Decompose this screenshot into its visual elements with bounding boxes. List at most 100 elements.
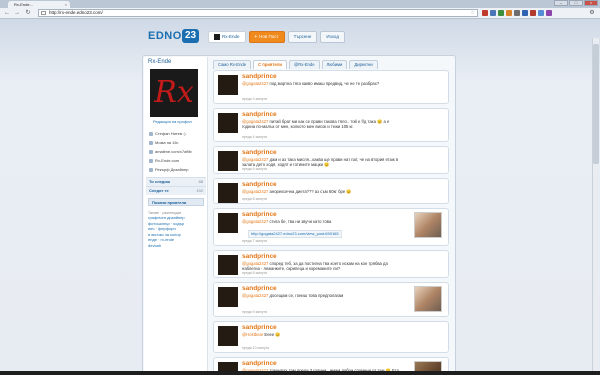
post-body: досещам се, гониш това предполагам bbox=[269, 293, 344, 298]
extension-icon[interactable] bbox=[546, 10, 552, 16]
post-body: под мартна тяга какво имаш предвид, че н… bbox=[269, 81, 380, 86]
follow-stat-row[interactable]: Следят те 192 bbox=[146, 186, 206, 195]
post-author[interactable]: sandprince bbox=[242, 285, 277, 292]
post-text: @gogata2427 анорексична диета??? аз съм … bbox=[242, 189, 400, 194]
extension-icon[interactable] bbox=[514, 10, 520, 16]
browser-toolbar: ← → ↻ http://rx-ende.edno23.com/ ☆ ⚙ bbox=[0, 8, 600, 19]
browser-tab[interactable]: Rx-Ende... × bbox=[8, 1, 70, 8]
profile-info-row: Rx-Ende.com bbox=[149, 156, 205, 165]
post-time: преди 8 минути bbox=[242, 271, 268, 275]
post-avatar[interactable] bbox=[218, 75, 238, 95]
page-scrollbar[interactable] bbox=[592, 38, 599, 371]
post-mention[interactable]: @gogata2427 bbox=[242, 189, 268, 194]
page-icon bbox=[41, 11, 46, 15]
post-author[interactable]: sandprince bbox=[242, 253, 277, 260]
forward-button[interactable]: → bbox=[13, 9, 21, 17]
post-author[interactable]: sandprince bbox=[242, 149, 277, 156]
extension-icons bbox=[482, 10, 552, 16]
post-avatar-mark bbox=[218, 255, 238, 275]
follow-stat-row[interactable]: Ти следиш 88 bbox=[146, 177, 206, 186]
user-avatar-icon bbox=[214, 34, 220, 40]
post-text: @gogata2427 под мартна тяга какво имаш п… bbox=[242, 81, 400, 86]
post-avatar[interactable] bbox=[218, 287, 238, 307]
post-mention[interactable]: @gogata2427 bbox=[242, 81, 268, 86]
tag-link[interactable]: devbah bbox=[148, 243, 204, 249]
post-avatar[interactable] bbox=[218, 213, 238, 233]
post-avatar-mark bbox=[218, 183, 238, 203]
follow-stat-label: Ти следиш bbox=[149, 179, 171, 184]
extension-icon[interactable] bbox=[482, 10, 488, 16]
post-link[interactable]: http://gogata2427.edno23.com/view_post:6… bbox=[248, 230, 342, 238]
scrollbar-thumb[interactable] bbox=[593, 44, 599, 164]
post-card: sandprince @gogata2427 под мартна тяга ка… bbox=[213, 70, 449, 104]
post-author[interactable]: sandprince bbox=[242, 73, 277, 80]
taskbar bbox=[0, 371, 600, 375]
tab-title: Rx-Ende... bbox=[14, 2, 33, 7]
post-avatar[interactable] bbox=[218, 151, 238, 171]
post-image-thumbnail[interactable] bbox=[414, 361, 442, 371]
address-bar[interactable]: http://rx-ende.edno23.com/ ☆ bbox=[38, 9, 478, 17]
profile-info-text[interactable]: amalime.com/x7aftib bbox=[155, 149, 192, 154]
post-text: @gogata2427 стига бе, тва ни звучи като … bbox=[242, 219, 400, 224]
post-avatar-mark bbox=[218, 287, 238, 307]
extension-icon[interactable] bbox=[538, 10, 544, 16]
close-window-button[interactable]: × bbox=[584, 0, 598, 6]
browser-tabstrip: Rx-Ende... × – □ × bbox=[0, 0, 600, 8]
search-button[interactable]: Търсене bbox=[287, 31, 318, 43]
follow-stat-count: 88 bbox=[198, 179, 203, 184]
back-button[interactable]: ← bbox=[3, 9, 11, 17]
post-avatar-mark bbox=[218, 151, 238, 171]
post-author[interactable]: sandprince bbox=[242, 181, 277, 188]
extension-icon[interactable] bbox=[522, 10, 528, 16]
minimize-button[interactable]: – bbox=[554, 0, 568, 6]
tab-close-icon[interactable]: × bbox=[65, 1, 67, 8]
logo-text: EDNO bbox=[148, 30, 182, 42]
post-feed: sandprince @gogata2427 под мартна тяга ка… bbox=[213, 68, 449, 371]
post-card: sandprince @gogata2427 анорексична диета?… bbox=[213, 178, 449, 204]
post-avatar[interactable] bbox=[218, 255, 238, 275]
post-mention[interactable]: @gogata2427 bbox=[242, 219, 268, 224]
post-body: Ееее 😊 bbox=[264, 332, 281, 337]
profile-name[interactable]: Rx-Ende bbox=[148, 59, 171, 65]
post-mention[interactable]: @Hostbear bbox=[242, 332, 263, 337]
post-avatar[interactable] bbox=[218, 183, 238, 203]
logout-button[interactable]: Изход bbox=[320, 31, 345, 43]
extension-icon[interactable] bbox=[498, 10, 504, 16]
profile-info-row: amalime.com/x7aftib bbox=[149, 147, 205, 156]
site-logo[interactable]: EDNO 23 bbox=[148, 29, 200, 45]
profile-info-text[interactable]: Рекърф Дизайнер bbox=[155, 167, 189, 172]
calendar-icon bbox=[149, 140, 153, 145]
post-card: sandprince @gogata2427 тренирах там преди… bbox=[213, 357, 449, 371]
main-panel: Rx-Ende Rx Редакция на профил Стефан Нит… bbox=[142, 55, 456, 371]
post-image-thumbnail[interactable] bbox=[414, 212, 442, 238]
post-avatar[interactable] bbox=[218, 362, 238, 371]
url-text: http://rx-ende.edno23.com/ bbox=[49, 10, 103, 15]
profile-info-list: Стефан Нитев :) Мома на 16г. amalime.com/x… bbox=[149, 129, 205, 174]
bookmark-star-icon[interactable]: ☆ bbox=[471, 10, 475, 16]
post-author[interactable]: sandprince bbox=[242, 324, 277, 331]
follow-stat-count: 192 bbox=[196, 188, 203, 193]
new-post-button[interactable]: + Нов Пост bbox=[248, 31, 285, 43]
post-avatar[interactable] bbox=[218, 113, 238, 133]
edit-profile-link[interactable]: Редакция на профил bbox=[153, 119, 192, 124]
post-mention[interactable]: @gogata2427 bbox=[242, 293, 268, 298]
wrench-icon[interactable]: ⚙ bbox=[588, 9, 596, 17]
post-text: @Hostbear Ееее 😊 bbox=[242, 332, 400, 337]
maximize-button[interactable]: □ bbox=[569, 0, 583, 6]
user-menu-button[interactable]: Rx-Ende bbox=[208, 31, 246, 43]
invite-friends-button[interactable]: Покани приятели bbox=[148, 198, 204, 206]
follow-stats: Ти следиш 88 Следят те 192 bbox=[146, 177, 206, 195]
extension-icon[interactable] bbox=[490, 10, 496, 16]
post-body: анорексична диета??? аз съм 60кг бре 😊 bbox=[269, 189, 352, 194]
page-viewport: EDNO 23 Rx-Ende + Нов Пост Търсене Изход… bbox=[0, 19, 600, 371]
post-author[interactable]: sandprince bbox=[242, 211, 277, 218]
extension-icon[interactable] bbox=[506, 10, 512, 16]
post-avatar[interactable] bbox=[218, 326, 238, 346]
post-card: sandprince @Hostbear Ееее 😊 преди 10 минут… bbox=[213, 321, 449, 353]
profile-info-text[interactable]: Rx-Ende.com bbox=[155, 158, 179, 163]
post-image-thumbnail[interactable] bbox=[414, 286, 442, 312]
post-author[interactable]: sandprince bbox=[242, 111, 277, 118]
extension-icon[interactable] bbox=[530, 10, 536, 16]
reload-button[interactable]: ↻ bbox=[24, 9, 32, 17]
post-author[interactable]: sandprince bbox=[242, 360, 277, 367]
